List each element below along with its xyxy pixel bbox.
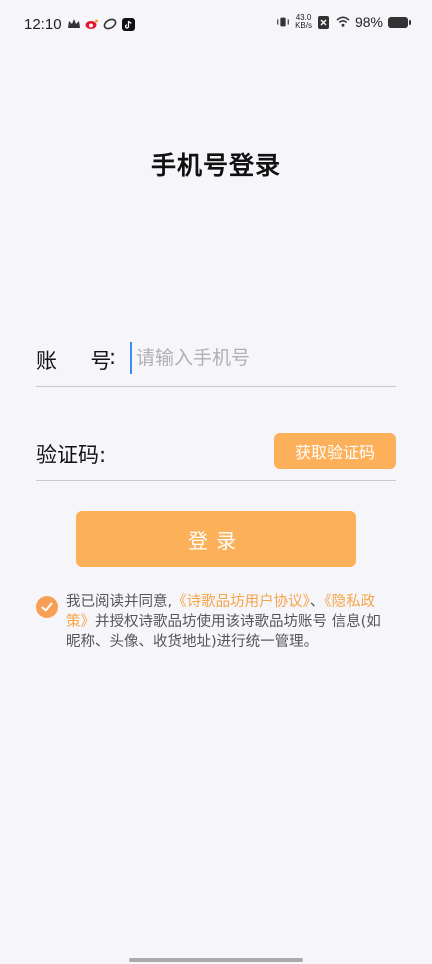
status-time: 12:10 (24, 16, 62, 33)
agreement-text-1: 我已阅读并同意, (66, 594, 173, 610)
check-icon (41, 602, 53, 612)
verification-code-row: 验证码: 获取验证码 (36, 430, 396, 481)
verification-code-label: 验证码: (36, 443, 107, 467)
agreement-text-2: 、 (309, 594, 325, 610)
sim-x-icon (317, 15, 331, 29)
login-button[interactable]: 登录 (76, 511, 356, 567)
account-label: 账 号 (36, 345, 111, 375)
net-speed-unit: KB/s (295, 21, 312, 30)
status-right-icons: 43.0 KB/s 98% (276, 14, 411, 30)
weibo-icon (85, 17, 99, 31)
account-label-char1: 账 (36, 349, 57, 373)
phone-input[interactable] (130, 342, 396, 374)
wifi-icon (336, 15, 350, 29)
status-bar: 12:10 43.0 KB/s 98% (0, 0, 432, 50)
page-title: 手机号登录 (150, 151, 281, 180)
battery-icon (388, 16, 411, 28)
home-indicator[interactable] (129, 958, 303, 962)
network-speed: 43.0 KB/s (295, 14, 312, 30)
agreement-text-3: 并授权诗歌品坊使用该诗歌品坊账号 信息(如昵称、头像、收货地址)进行统一管理。 (66, 614, 381, 650)
agreement-text: 我已阅读并同意,《诗歌品坊用户协议》、《隐私政策》并授权诗歌品坊使用该诗歌品坊账… (66, 592, 394, 652)
vibrate-icon (276, 15, 290, 29)
link-icon (103, 17, 117, 31)
crown-icon (67, 17, 81, 31)
user-agreement-link[interactable]: 《诗歌品坊用户协议》 (172, 594, 310, 610)
account-row: 账 号 : (36, 336, 396, 387)
agreement-checkbox[interactable] (36, 596, 58, 618)
get-code-button[interactable]: 获取验证码 (274, 433, 396, 469)
tiktok-icon (121, 17, 135, 31)
status-left-icons (67, 17, 135, 31)
battery-percent: 98% (354, 14, 383, 30)
account-label-colon: : (109, 345, 117, 369)
